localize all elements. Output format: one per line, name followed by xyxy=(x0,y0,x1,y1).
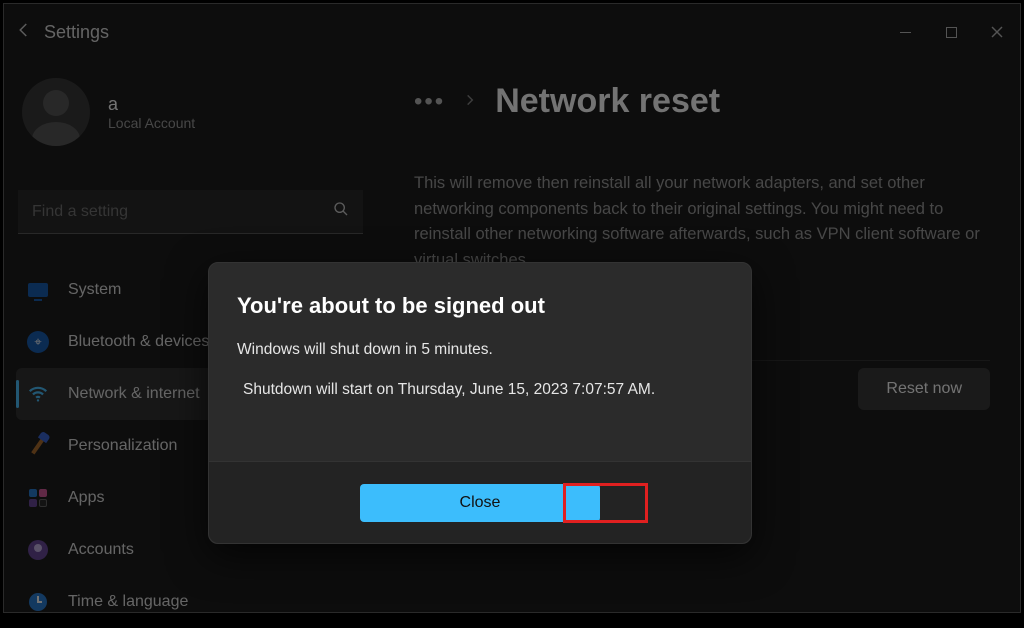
breadcrumb-ellipsis[interactable]: ••• xyxy=(414,88,445,116)
chevron-right-icon xyxy=(463,90,477,113)
dialog-message-2: Shutdown will start on Thursday, June 15… xyxy=(237,381,723,399)
window-controls xyxy=(882,16,1020,48)
page-title: Network reset xyxy=(495,82,720,121)
search-box[interactable] xyxy=(18,190,363,234)
signout-dialog: You're about to be signed out Windows wi… xyxy=(208,262,752,544)
profile-subtitle: Local Account xyxy=(108,115,195,131)
avatar xyxy=(22,78,90,146)
search-input[interactable] xyxy=(32,203,333,221)
wifi-icon xyxy=(26,382,50,406)
profile-name: a xyxy=(108,94,195,115)
breadcrumb: ••• Network reset xyxy=(414,82,1004,121)
titlebar: Settings xyxy=(4,4,1020,60)
apps-icon xyxy=(26,486,50,510)
sidebar-item-label: Accounts xyxy=(68,541,134,559)
profile-block[interactable]: a Local Account xyxy=(22,78,195,146)
account-icon xyxy=(26,538,50,562)
sidebar-item-label: Time & language xyxy=(68,593,188,611)
close-window-button[interactable] xyxy=(974,16,1020,48)
clock-icon xyxy=(26,590,50,614)
sidebar-item-label: Network & internet xyxy=(68,385,200,403)
page-description: This will remove then reinstall all your… xyxy=(414,171,1004,273)
main-content: ••• Network reset This will remove then … xyxy=(414,82,1004,273)
sidebar-item-time[interactable]: Time & language xyxy=(16,576,371,628)
close-button[interactable]: Close xyxy=(360,484,600,522)
maximize-button[interactable] xyxy=(928,16,974,48)
settings-window: Settings a Local Account System xyxy=(3,3,1021,613)
sidebar-item-label: Personalization xyxy=(68,437,177,455)
monitor-icon xyxy=(26,278,50,302)
search-icon xyxy=(333,201,349,222)
bluetooth-icon: ⌖ xyxy=(26,330,50,354)
window-title: Settings xyxy=(44,22,109,43)
brush-icon xyxy=(26,434,50,458)
sidebar-item-label: Bluetooth & devices xyxy=(68,333,209,351)
minimize-button[interactable] xyxy=(882,16,928,48)
back-button[interactable] xyxy=(4,21,44,44)
reset-now-button[interactable]: Reset now xyxy=(858,368,990,410)
sidebar-item-label: Apps xyxy=(68,489,104,507)
dialog-message-1: Windows will shut down in 5 minutes. xyxy=(237,341,723,359)
sidebar-item-label: System xyxy=(68,281,121,299)
dialog-title: You're about to be signed out xyxy=(237,293,723,319)
